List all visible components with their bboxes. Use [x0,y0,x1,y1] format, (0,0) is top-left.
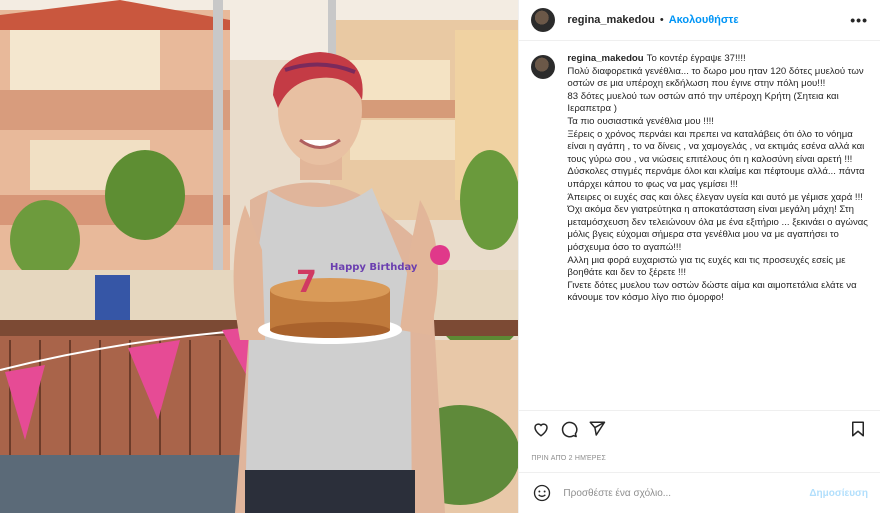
comment-icon[interactable] [555,415,583,443]
caption-line: Το κοντέρ έγραψε 37!!!! [646,53,746,64]
more-icon[interactable]: ••• [850,12,868,28]
caption-line: Τα πιο ουσιαστικά γενέθλια μου !!!! [567,115,714,127]
share-icon[interactable] [583,415,611,443]
photo-scene: 7 Happy Birthday [0,0,519,513]
caption-line: Αλλη μια φορά ευχαριστώ για τις ευχές κα… [567,254,846,279]
caption-line: Όχι ακόμα δεν γιατρεύτηκα η αποκατάσταση… [567,204,868,253]
follow-button[interactable]: Ακολουθήστε [669,14,739,26]
heart-icon[interactable] [527,415,555,443]
emoji-icon[interactable] [531,482,553,504]
caption-area: regina_makedou Το κοντέρ έγραψε 37!!!! Πο… [519,41,880,410]
caption-line: Γινετε δότες μυελου των οστών δώστε αίμα… [567,279,857,304]
caption-text: regina_makedou Το κοντέρ έγραψε 37!!!! Πο… [567,53,868,305]
caption-line: Δύσκολες στιγμές περνάμε όλοι και κλαίμε… [567,166,865,190]
caption-username[interactable]: regina_makedou [567,53,643,64]
bookmark-icon[interactable] [844,415,872,443]
post-comment-button[interactable]: Δημοσίευση [809,488,868,499]
caption-line: Άπειρες οι ευχές σας και όλες έλεγαν υγε… [567,191,863,203]
action-bar [519,410,880,447]
post-timestamp[interactable]: ΠΡΙΝ ΑΠΌ 2 ΗΜΈΡΕΣ [519,447,880,472]
header-username[interactable]: regina_makedou [567,14,654,26]
comment-input[interactable]: Προσθέστε ένα σχόλιο... [563,488,809,499]
comment-bar: Προσθέστε ένα σχόλιο... Δημοσίευση [519,472,880,513]
cake-number: 7 [296,265,317,300]
caption-line: 83 δότες μυελού των οστών από την υπέροχ… [567,90,839,115]
caption-avatar[interactable] [531,55,556,79]
post-details-panel: regina_makedou • Ακολουθήστε ••• regina_… [518,0,880,513]
post-header: regina_makedou • Ακολουθήστε ••• [519,0,880,41]
separator-dot: • [659,14,664,26]
cake-topper: Happy Birthday [330,262,418,273]
caption-line: Ξέρεις ο χρόνος περνάει και πρεπει να κα… [567,128,865,165]
post-modal: 7 Happy Birthday regina_makedou • Ακολου… [0,0,880,513]
post-photo[interactable]: 7 Happy Birthday [0,0,519,513]
caption: regina_makedou Το κοντέρ έγραψε 37!!!! Πο… [531,53,868,305]
avatar[interactable] [531,8,556,32]
caption-line: Πολύ διαφορετικά γενέθλια... το δωρο μου… [567,65,864,90]
